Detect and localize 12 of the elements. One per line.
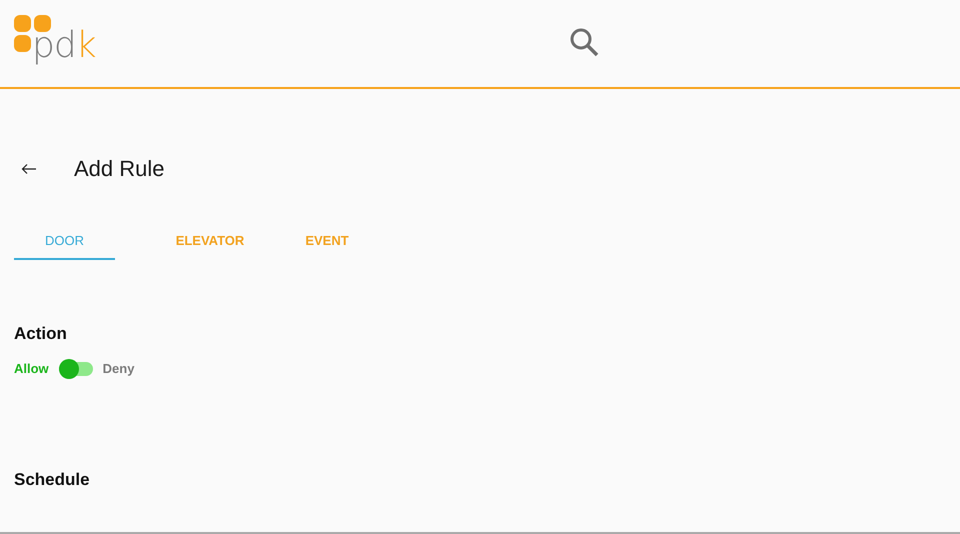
tab[interactable]: DOOR	[14, 230, 115, 260]
tab[interactable]: ELEVATOR	[145, 230, 275, 260]
search-icon[interactable]	[568, 26, 600, 58]
page-title: Add Rule	[74, 156, 165, 182]
back-arrow-icon[interactable]	[21, 163, 37, 175]
option-label[interactable]: Deny	[102, 361, 134, 376]
option-label[interactable]: Allow	[14, 361, 49, 376]
toggle-switch[interactable]	[58, 362, 93, 376]
logo-text: pd k	[32, 29, 96, 63]
section-heading: Schedule	[14, 470, 91, 490]
tab[interactable]: EVENT	[275, 230, 379, 260]
section-heading: Action	[14, 324, 68, 344]
